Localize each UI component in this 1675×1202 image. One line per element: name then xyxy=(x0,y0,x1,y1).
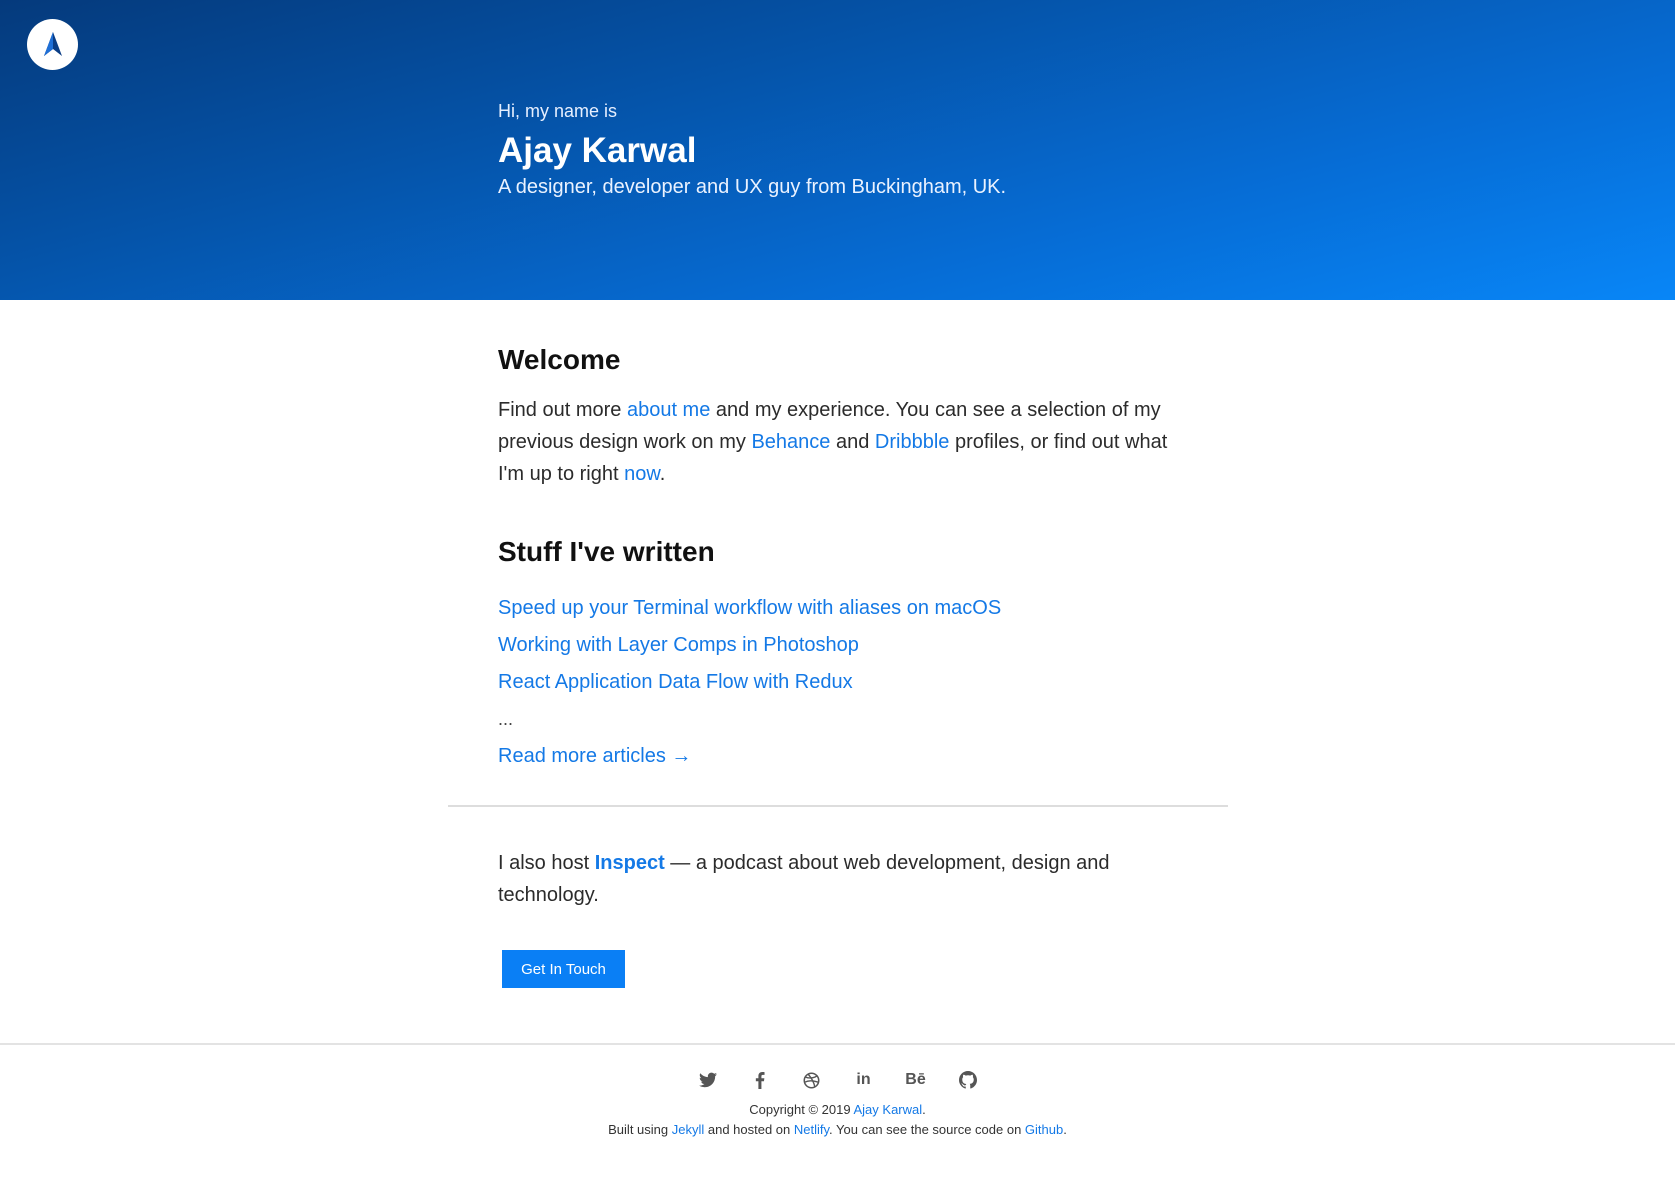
github-source-link[interactable]: Github xyxy=(1025,1122,1063,1137)
podcast-paragraph: I also host Inspect — a podcast about we… xyxy=(498,847,1138,911)
welcome-paragraph: Find out more about me and my experience… xyxy=(498,394,1178,490)
github-link[interactable] xyxy=(956,1068,980,1092)
about-me-link[interactable]: about me xyxy=(627,399,710,421)
ak-logo-icon xyxy=(43,31,62,56)
footer-divider xyxy=(0,1043,1675,1045)
welcome-heading: Welcome xyxy=(498,344,621,375)
dribbble-link[interactable]: Dribbble xyxy=(875,431,949,453)
hero-banner: Hi, my name is Ajay Karwal A designer, d… xyxy=(0,0,1675,300)
hero-name: Ajay Karwal xyxy=(498,131,697,170)
get-in-touch-button[interactable]: Get In Touch xyxy=(502,950,625,988)
author-link[interactable]: Ajay Karwal xyxy=(854,1102,923,1117)
copyright-text: Copyright © 2019 Ajay Karwal. xyxy=(0,1102,1675,1117)
twitter-link[interactable] xyxy=(696,1068,720,1092)
copyright-suffix: . xyxy=(922,1102,926,1117)
hero-tagline: A designer, developer and UX guy from Bu… xyxy=(498,176,1007,198)
articles-heading: Stuff I've written xyxy=(498,536,715,567)
behance-icon: Bē xyxy=(905,1071,926,1088)
article-list: Speed up your Terminal workflow with ali… xyxy=(498,590,1178,701)
welcome-text: Find out more xyxy=(498,399,627,421)
main-content: Welcome Find out more about me and my ex… xyxy=(498,340,1178,775)
built-text: and hosted on xyxy=(704,1122,794,1137)
dribbble-link[interactable] xyxy=(800,1068,824,1092)
github-icon xyxy=(958,1071,977,1089)
hero-intro: Hi, my name is Ajay Karwal A designer, d… xyxy=(498,100,1198,200)
hero-greeting: Hi, my name is xyxy=(498,101,618,121)
podcast-text: I also host xyxy=(498,852,595,874)
linkedin-link[interactable]: in xyxy=(852,1068,876,1092)
twitter-icon xyxy=(698,1072,717,1088)
section-divider xyxy=(448,805,1228,807)
built-with-text: Built using Jekyll and hosted on Netlify… xyxy=(0,1122,1675,1137)
built-text: Built using xyxy=(608,1122,672,1137)
social-links: in Bē xyxy=(0,1068,1675,1092)
list-item: Working with Layer Comps in Photoshop xyxy=(498,627,1178,664)
welcome-text: and xyxy=(830,431,875,453)
article-ellipsis: ... xyxy=(498,709,514,729)
read-more-articles-link[interactable]: Read more articles → xyxy=(498,738,691,775)
site-logo[interactable] xyxy=(27,19,78,70)
behance-link[interactable]: Bē xyxy=(904,1068,928,1092)
behance-link[interactable]: Behance xyxy=(751,431,830,453)
built-text: . You can see the source code on xyxy=(829,1122,1025,1137)
now-link[interactable]: now xyxy=(624,463,660,485)
copyright-prefix: Copyright © 2019 xyxy=(749,1102,854,1117)
facebook-icon xyxy=(755,1071,765,1089)
list-item: Speed up your Terminal workflow with ali… xyxy=(498,590,1178,627)
inspect-podcast-link[interactable]: Inspect xyxy=(595,852,665,874)
netlify-link[interactable]: Netlify xyxy=(794,1122,829,1137)
welcome-text: . xyxy=(659,463,666,485)
article-link[interactable]: React Application Data Flow with Redux xyxy=(498,671,853,693)
dribbble-icon xyxy=(803,1072,820,1088)
built-text: . xyxy=(1063,1122,1067,1137)
article-link[interactable]: Speed up your Terminal workflow with ali… xyxy=(498,597,1001,619)
linkedin-icon: in xyxy=(856,1071,871,1088)
jekyll-link[interactable]: Jekyll xyxy=(672,1122,705,1137)
article-link[interactable]: Working with Layer Comps in Photoshop xyxy=(498,634,859,656)
list-item: React Application Data Flow with Redux xyxy=(498,664,1178,701)
facebook-link[interactable] xyxy=(748,1068,772,1092)
